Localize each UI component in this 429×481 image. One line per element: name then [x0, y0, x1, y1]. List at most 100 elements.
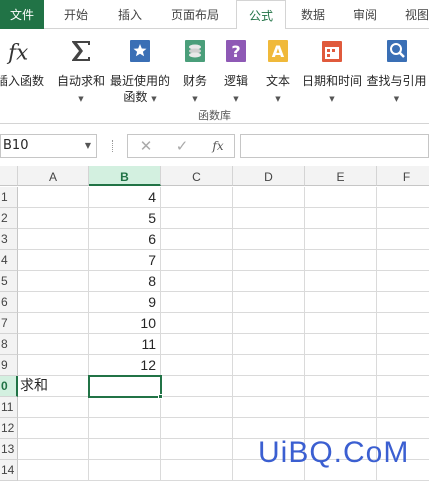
- cell-f1[interactable]: [377, 187, 429, 208]
- column-header-d[interactable]: D: [233, 166, 305, 186]
- cell-c14[interactable]: [161, 460, 233, 481]
- cell-b1[interactable]: 4: [89, 187, 161, 208]
- logical-button[interactable]: ? 逻辑 ▼: [217, 33, 255, 105]
- cell-c1[interactable]: [161, 187, 233, 208]
- cell-f4[interactable]: [377, 250, 429, 271]
- cell-f5[interactable]: [377, 271, 429, 292]
- cell-c11[interactable]: [161, 397, 233, 418]
- row-header[interactable]: 3: [0, 229, 18, 250]
- cell-d2[interactable]: [233, 208, 305, 229]
- cell-e3[interactable]: [305, 229, 377, 250]
- cell-b6[interactable]: 9: [89, 292, 161, 313]
- cell-e11[interactable]: [305, 397, 377, 418]
- cell-a3[interactable]: [18, 229, 89, 250]
- cell-e4[interactable]: [305, 250, 377, 271]
- autosum-button[interactable]: 自动求和 ▼: [54, 33, 108, 105]
- cell-c10[interactable]: [161, 376, 233, 397]
- tab-page-layout[interactable]: 页面布局: [171, 0, 219, 29]
- recently-used-button[interactable]: 最近使用的 函数 ▼: [108, 33, 172, 105]
- cell-c5[interactable]: [161, 271, 233, 292]
- row-header[interactable]: 8: [0, 334, 18, 355]
- datetime-button[interactable]: 日期和时间 ▼: [300, 33, 364, 105]
- cell-b4[interactable]: 7: [89, 250, 161, 271]
- cell-d1[interactable]: [233, 187, 305, 208]
- tab-data[interactable]: 数据: [301, 0, 325, 29]
- cell-a7[interactable]: [18, 313, 89, 334]
- row-header[interactable]: 7: [0, 313, 18, 334]
- cell-c12[interactable]: [161, 418, 233, 439]
- cell-b7[interactable]: 10: [89, 313, 161, 334]
- splitter-handle[interactable]: [112, 140, 115, 152]
- cell-d9[interactable]: [233, 355, 305, 376]
- cell-e9[interactable]: [305, 355, 377, 376]
- cell-a9[interactable]: [18, 355, 89, 376]
- cell-a13[interactable]: [18, 439, 89, 460]
- row-header[interactable]: 12: [0, 418, 18, 439]
- cell-d3[interactable]: [233, 229, 305, 250]
- text-button[interactable]: A 文本 ▼: [258, 33, 298, 105]
- cancel-button[interactable]: ✕: [132, 135, 160, 157]
- tab-review[interactable]: 审阅: [353, 0, 377, 29]
- fill-handle[interactable]: [158, 394, 163, 399]
- tab-home[interactable]: 开始: [64, 0, 88, 29]
- enter-button[interactable]: ✓: [168, 135, 196, 157]
- cell-d7[interactable]: [233, 313, 305, 334]
- cell-e1[interactable]: [305, 187, 377, 208]
- cell-e8[interactable]: [305, 334, 377, 355]
- cell-c7[interactable]: [161, 313, 233, 334]
- cell-b12[interactable]: [89, 418, 161, 439]
- cell-e6[interactable]: [305, 292, 377, 313]
- cell-a2[interactable]: [18, 208, 89, 229]
- row-header[interactable]: 13: [0, 439, 18, 460]
- row-header[interactable]: 2: [0, 208, 18, 229]
- cell-f10[interactable]: [377, 376, 429, 397]
- cell-b5[interactable]: 8: [89, 271, 161, 292]
- tab-insert[interactable]: 插入: [118, 0, 142, 29]
- tab-formulas[interactable]: 公式: [236, 0, 286, 30]
- cell-f2[interactable]: [377, 208, 429, 229]
- cell-d5[interactable]: [233, 271, 305, 292]
- cell-a14[interactable]: [18, 460, 89, 481]
- row-header[interactable]: 9: [0, 355, 18, 376]
- insert-function-fx-button[interactable]: fx: [204, 135, 232, 157]
- cell-c13[interactable]: [161, 439, 233, 460]
- cell-d4[interactable]: [233, 250, 305, 271]
- cell-b11[interactable]: [89, 397, 161, 418]
- cell-a6[interactable]: [18, 292, 89, 313]
- cell-c9[interactable]: [161, 355, 233, 376]
- formula-input[interactable]: [240, 134, 429, 158]
- lookup-button[interactable]: 查找与引用 ▼: [364, 33, 429, 105]
- column-header-c[interactable]: C: [161, 166, 233, 186]
- cell-a4[interactable]: [18, 250, 89, 271]
- cell-a11[interactable]: [18, 397, 89, 418]
- cell-e7[interactable]: [305, 313, 377, 334]
- row-header[interactable]: 4: [0, 250, 18, 271]
- row-header[interactable]: 1: [0, 187, 18, 208]
- tab-file[interactable]: 文件: [0, 0, 44, 29]
- cell-e2[interactable]: [305, 208, 377, 229]
- cell-e5[interactable]: [305, 271, 377, 292]
- column-header-e[interactable]: E: [305, 166, 377, 186]
- row-header[interactable]: 6: [0, 292, 18, 313]
- cell-b13[interactable]: [89, 439, 161, 460]
- cell-c2[interactable]: [161, 208, 233, 229]
- cell-d10[interactable]: [233, 376, 305, 397]
- cell-f8[interactable]: [377, 334, 429, 355]
- cell-f6[interactable]: [377, 292, 429, 313]
- cell-f3[interactable]: [377, 229, 429, 250]
- name-box[interactable]: B10 ▼: [0, 134, 97, 158]
- cell-c8[interactable]: [161, 334, 233, 355]
- chevron-down-icon[interactable]: ▼: [85, 135, 91, 157]
- cell-a10[interactable]: 求和: [18, 376, 89, 397]
- row-header[interactable]: 0: [0, 376, 18, 397]
- cell-b8[interactable]: 11: [89, 334, 161, 355]
- cell-f7[interactable]: [377, 313, 429, 334]
- cell-c3[interactable]: [161, 229, 233, 250]
- insert-function-button[interactable]: fx 插入函数: [0, 33, 46, 105]
- cell-f11[interactable]: [377, 397, 429, 418]
- tab-view[interactable]: 视图: [405, 0, 429, 29]
- column-header-b[interactable]: B: [89, 166, 161, 186]
- column-header-a[interactable]: A: [18, 166, 89, 186]
- cell-d11[interactable]: [233, 397, 305, 418]
- cell-b14[interactable]: [89, 460, 161, 481]
